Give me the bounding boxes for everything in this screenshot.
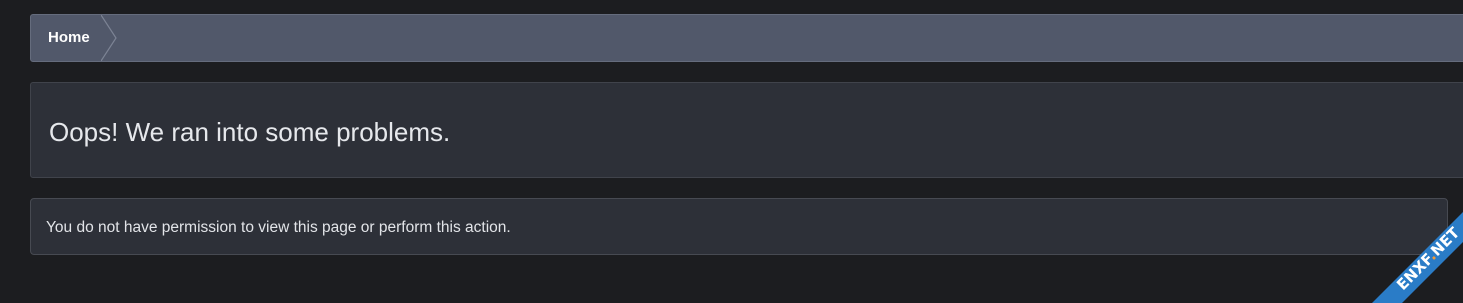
error-message: You do not have permission to view this … — [46, 219, 511, 236]
breadcrumb-separator-icon — [101, 15, 117, 61]
page: Home Oops! We ran into some problems. Yo… — [0, 0, 1463, 303]
error-title-panel: Oops! We ran into some problems. — [30, 82, 1463, 178]
page-title: Oops! We ran into some problems. — [49, 117, 451, 147]
error-message-panel: You do not have permission to view this … — [30, 198, 1448, 255]
breadcrumb-item-label: Home — [48, 29, 90, 46]
breadcrumb: Home — [30, 14, 1463, 62]
